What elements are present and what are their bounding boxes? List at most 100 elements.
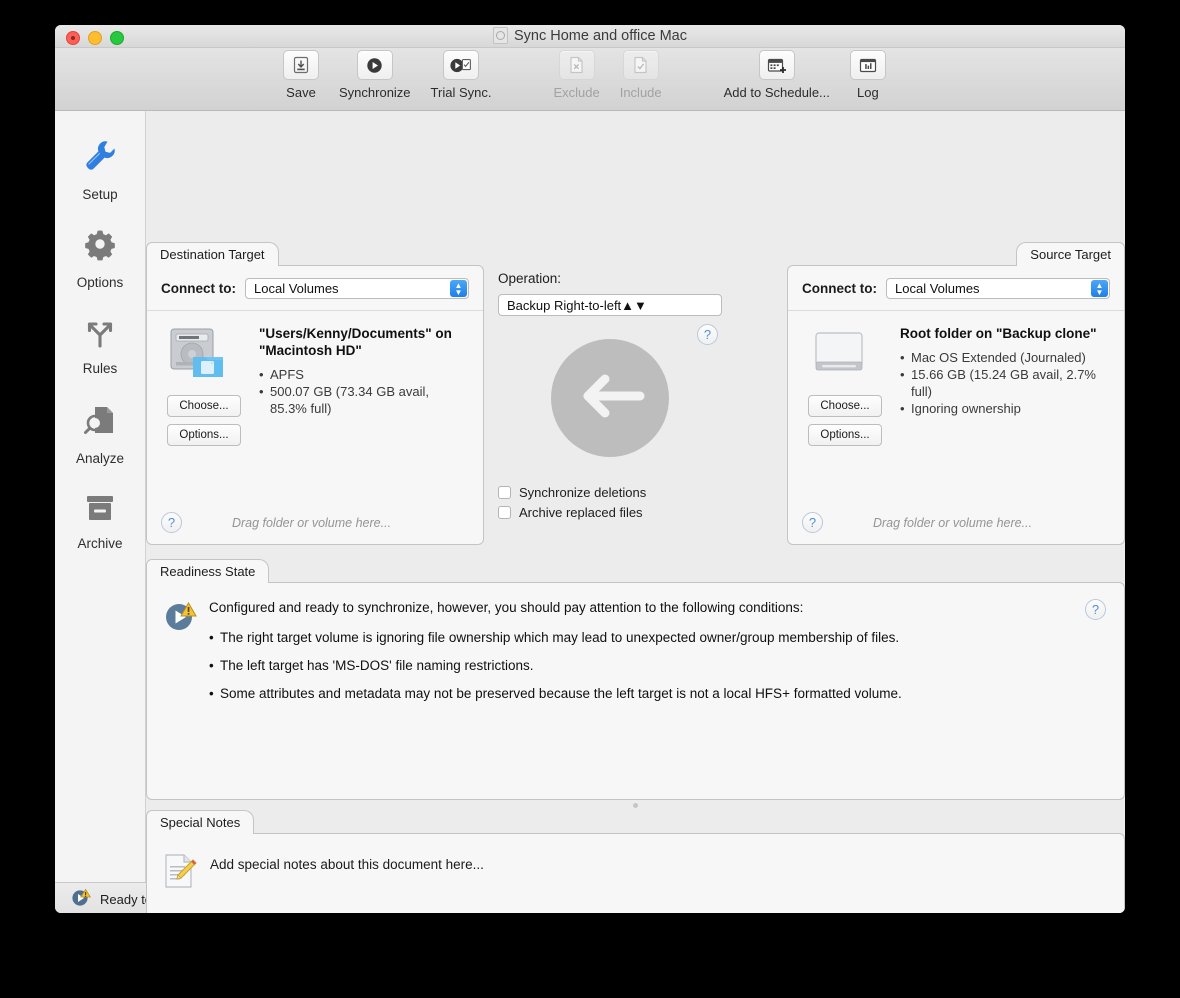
source-detail: Ignoring ownership xyxy=(900,400,1110,417)
toolbar-trial-sync-label: Trial Sync. xyxy=(430,85,492,100)
toolbar-log-label: Log xyxy=(857,85,879,100)
chevron-updown-icon: ▲▼ xyxy=(621,297,647,313)
sidebar-item-rules-label: Rules xyxy=(82,360,118,376)
readiness-headline: Configured and ready to synchronize, how… xyxy=(209,600,804,615)
toolbar-log-button[interactable]: Log xyxy=(840,50,896,100)
chevron-updown-icon: ▲▼ xyxy=(1091,280,1108,297)
tab-special-notes[interactable]: Special Notes xyxy=(146,810,255,834)
tab-source-target-label: Source Target xyxy=(1030,247,1111,262)
operation-help-button[interactable]: ? xyxy=(697,324,718,345)
toolbar-include-button[interactable]: Include xyxy=(610,50,672,100)
source-connect-value: Local Volumes xyxy=(895,281,980,296)
tab-special-notes-label: Special Notes xyxy=(160,815,241,830)
chevron-updown-icon: ▲▼ xyxy=(450,280,467,297)
checkbox-row-synchronize-deletions[interactable]: Synchronize deletions xyxy=(498,485,722,500)
play-warning-icon xyxy=(163,599,197,714)
sidebar-item-options-label: Options xyxy=(76,274,124,290)
document-pencil-icon xyxy=(163,852,197,895)
sidebar: Setup Options Rules Analyze Archive xyxy=(55,111,146,882)
operation-column: Operation: Backup Right-to-left ▲▼ ? Syn… xyxy=(498,271,722,525)
toolbar-include-label: Include xyxy=(619,85,662,100)
source-detail: Mac OS Extended (Journaled) xyxy=(900,349,1110,366)
source-detail: 15.66 GB (15.24 GB avail, 2.7% full) xyxy=(900,366,1110,400)
sidebar-item-archive[interactable]: Archive xyxy=(55,477,145,565)
sidebar-item-setup[interactable]: Setup xyxy=(55,125,145,213)
wrench-icon xyxy=(81,137,119,180)
operation-checkboxes: Synchronize deletions Archive replaced f… xyxy=(498,485,722,520)
toolbar-exclude-button[interactable]: Exclude xyxy=(543,50,609,100)
destination-choose-button[interactable]: Choose... xyxy=(167,395,241,417)
special-notes-panel: Special Notes Add special notes about th… xyxy=(146,810,1125,913)
play-warning-small-icon xyxy=(71,887,92,912)
destination-detail: APFS xyxy=(259,366,469,383)
window-body: Setup Options Rules Analyze Archive Dest… xyxy=(55,111,1125,913)
destination-drag-hint: Drag folder or volume here... xyxy=(231,515,392,530)
source-connect-select[interactable]: Local Volumes ▲ ▼ xyxy=(886,278,1110,299)
toolbar-trial-sync-button[interactable]: Trial Sync. xyxy=(421,50,502,100)
source-drag-hint: Drag folder or volume here... xyxy=(872,515,1033,530)
destination-help-button[interactable]: ? xyxy=(161,512,182,533)
archive-replaced-files-label: Archive replaced files xyxy=(519,505,643,520)
branch-icon xyxy=(81,315,119,354)
grip-dot xyxy=(633,803,638,808)
readiness-condition: Some attributes and metadata may not be … xyxy=(209,686,1073,701)
window-title: Sync Home and office Mac xyxy=(513,27,687,44)
destination-target-panel: Destination Target Connect to: Local Vol… xyxy=(146,242,484,545)
sidebar-item-analyze[interactable]: Analyze xyxy=(55,389,145,477)
archive-box-icon xyxy=(81,492,119,529)
destination-connect-row: Connect to: Local Volumes ▲ ▼ xyxy=(147,266,483,299)
toolbar-save-label: Save xyxy=(286,85,316,100)
toolbar-save-button[interactable]: Save xyxy=(273,50,329,100)
arrow-left-icon xyxy=(574,368,646,429)
sidebar-item-options[interactable]: Options xyxy=(55,213,145,301)
tab-readiness-state-label: Readiness State xyxy=(160,564,256,579)
toolbar-synchronize-label: Synchronize xyxy=(339,85,411,100)
toolbar-add-to-schedule-button[interactable]: Add to Schedule... xyxy=(714,50,840,100)
sidebar-item-setup-label: Setup xyxy=(82,186,118,202)
play-check-icon xyxy=(443,50,479,80)
external-drive-icon xyxy=(808,332,870,387)
readiness-help-button[interactable]: ? xyxy=(1085,599,1106,620)
sidebar-item-analyze-label: Analyze xyxy=(75,450,125,466)
gear-icon xyxy=(81,225,119,268)
tab-source-target[interactable]: Source Target xyxy=(1016,242,1125,266)
checkbox-row-archive-replaced-files[interactable]: Archive replaced files xyxy=(498,505,722,520)
sidebar-item-rules[interactable]: Rules xyxy=(55,301,145,389)
operation-label: Operation: xyxy=(498,271,562,286)
document-x-icon xyxy=(558,50,595,80)
content-area: Destination Target Connect to: Local Vol… xyxy=(146,111,1125,913)
source-choose-button[interactable]: Choose... xyxy=(808,395,882,417)
direction-indicator[interactable] xyxy=(551,339,669,457)
destination-target-title: "Users/Kenny/Documents" on "Macintosh HD… xyxy=(259,326,452,358)
destination-options-button[interactable]: Options... xyxy=(167,424,241,446)
synchronize-deletions-checkbox[interactable] xyxy=(498,486,511,499)
operation-select[interactable]: Backup Right-to-left ▲▼ xyxy=(498,294,722,316)
title-bar: Sync Home and office Mac xyxy=(55,25,1125,48)
magnifier-document-icon xyxy=(81,401,119,444)
archive-replaced-files-checkbox[interactable] xyxy=(498,506,511,519)
operation-value: Backup Right-to-left xyxy=(507,297,622,313)
readiness-condition: The right target volume is ignoring file… xyxy=(209,630,1073,645)
destination-connect-label: Connect to: xyxy=(161,281,236,296)
source-connect-label: Connect to: xyxy=(802,281,877,296)
toolbar: Save Synchronize Trial Sync. Exclude Inc… xyxy=(55,48,1125,111)
calendar-plus-icon xyxy=(758,50,795,80)
log-window-icon xyxy=(849,50,886,80)
source-target-title: Root folder on "Backup clone" xyxy=(900,326,1097,341)
tab-destination-target[interactable]: Destination Target xyxy=(146,242,279,266)
source-options-button[interactable]: Options... xyxy=(808,424,882,446)
source-help-button[interactable]: ? xyxy=(802,512,823,533)
destination-detail: 500.07 GB (73.34 GB avail, 85.3% full) xyxy=(259,383,469,417)
toolbar-synchronize-button[interactable]: Synchronize xyxy=(329,50,421,100)
toolbar-add-to-schedule-label: Add to Schedule... xyxy=(723,85,830,100)
readiness-condition: The left target has 'MS-DOS' file naming… xyxy=(209,658,1073,673)
readiness-state-panel: Readiness State Configured and ready to … xyxy=(146,559,1125,800)
panel-resize-grip[interactable] xyxy=(146,803,1125,808)
save-download-icon xyxy=(283,50,319,80)
toolbar-exclude-label: Exclude xyxy=(553,85,600,100)
destination-connect-select[interactable]: Local Volumes ▲ ▼ xyxy=(245,278,469,299)
tab-destination-target-label: Destination Target xyxy=(160,247,265,262)
special-notes-placeholder[interactable]: Add special notes about this document he… xyxy=(210,852,484,895)
tab-readiness-state[interactable]: Readiness State xyxy=(146,559,270,583)
document-check-icon xyxy=(622,50,659,80)
